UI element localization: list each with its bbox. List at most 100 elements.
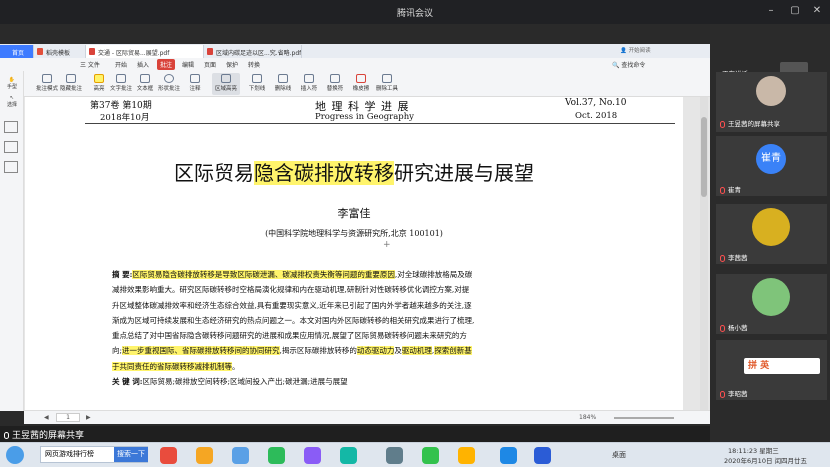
menu-file[interactable]: 三 文件 xyxy=(80,60,100,69)
tab-home[interactable]: 首页 xyxy=(0,45,34,58)
page-number-field[interactable]: 1 xyxy=(56,413,80,422)
tab-docer[interactable]: 稻壳模板 xyxy=(34,45,86,58)
date-cn: 2018年10月 xyxy=(100,113,150,123)
maximize-button[interactable]: ▢ xyxy=(786,4,804,18)
avatar xyxy=(756,76,786,106)
clock-date: 2020年6月10日 闰四月廿五 xyxy=(724,457,808,465)
select-tool[interactable]: ↖ 选择 xyxy=(2,95,22,108)
highlight-tool[interactable]: 高亮 xyxy=(88,73,110,95)
share-label: 王昱茜的屏幕共享 xyxy=(4,428,84,441)
share-label-bar: 王昱茜的屏幕共享 xyxy=(0,426,710,442)
journal-en: Progress in Geography xyxy=(315,112,414,122)
participant-card-3[interactable]: 李茜茜 xyxy=(716,204,827,264)
participant-card-4[interactable]: 杨小茜 xyxy=(716,274,827,334)
underline-icon xyxy=(252,74,262,83)
underline-tool[interactable]: 下划线 xyxy=(246,73,268,95)
text-icon xyxy=(116,74,126,83)
app-icon[interactable] xyxy=(232,447,249,464)
app-icon[interactable] xyxy=(304,447,321,464)
mic-icon xyxy=(4,432,9,439)
pdf-icon xyxy=(89,48,95,55)
participant-card-cuiqing[interactable]: 崔青 崔青 xyxy=(716,136,827,196)
shape-annotation-tool[interactable]: 形状批注 xyxy=(158,73,180,95)
participant-card-share[interactable]: 王昱茜的屏幕共享 xyxy=(716,72,827,132)
tab-pdf-1[interactable]: 交通 - 区际贸易...展望.pdf xyxy=(86,45,204,58)
hide-icon xyxy=(66,74,76,83)
caret-icon xyxy=(304,74,314,83)
text-annotation-tool[interactable]: 文字批注 xyxy=(110,73,132,95)
annotate-mode-tool[interactable]: 批注模式 xyxy=(36,73,58,95)
ribbon-menu: 三 文件 开始 插入 批注 编辑 页面 保护 转换 🔍 查找命令 xyxy=(0,58,710,71)
pdf-statusbar: ◀ 1 ▶ 184% xyxy=(24,410,710,424)
desktop-label[interactable]: 桌面 xyxy=(612,450,626,460)
folder-icon[interactable] xyxy=(458,447,475,464)
hand-tool[interactable]: ✋ 手型 xyxy=(2,77,22,90)
menu-protect[interactable]: 保护 xyxy=(226,60,238,69)
wechat-icon[interactable] xyxy=(422,447,439,464)
menu-page[interactable]: 页面 xyxy=(204,60,216,69)
start-icon[interactable] xyxy=(6,446,24,464)
pdf-page: 第37卷 第10期 2018年10月 地 理 科 学 进 展 Progress … xyxy=(25,97,683,410)
menu-convert[interactable]: 转换 xyxy=(248,60,260,69)
prev-page-icon[interactable]: ◀ xyxy=(44,414,49,421)
area-highlight-tool[interactable]: 区域高亮 xyxy=(212,73,240,95)
menu-start[interactable]: 开始 xyxy=(115,60,127,69)
docer-icon xyxy=(37,48,43,55)
avatar xyxy=(752,208,790,246)
app-icon[interactable] xyxy=(340,447,357,464)
participant-name: 杨小茜 xyxy=(720,322,748,332)
zoom-level[interactable]: 184% xyxy=(579,414,596,421)
note-tool[interactable]: 注释 xyxy=(184,73,206,95)
textbox-tool[interactable]: 文本框 xyxy=(134,73,156,95)
app-icon[interactable] xyxy=(160,447,177,464)
menu-edit[interactable]: 编辑 xyxy=(182,60,194,69)
eraser-tool[interactable]: 橡皮擦 xyxy=(350,73,372,95)
comment-list-icon[interactable] xyxy=(4,161,18,173)
strikethrough-tool[interactable]: 删除线 xyxy=(272,73,294,95)
app-icon[interactable] xyxy=(386,447,403,464)
app-icon[interactable] xyxy=(534,447,551,464)
annotate-mode-icon xyxy=(42,74,52,83)
ime-toolbar[interactable]: 拼 英 xyxy=(744,358,820,374)
document-tabbar: 首页 稻壳模板 交通 - 区际贸易...展望.pdf 区域内碳足迹以区...究.… xyxy=(0,44,710,58)
header-rule xyxy=(85,123,675,124)
next-page-icon[interactable]: ▶ xyxy=(86,414,91,421)
hide-annotation-tool[interactable]: 隐藏批注 xyxy=(60,73,82,95)
meeting-app-icon[interactable] xyxy=(500,447,517,464)
close-button[interactable]: ✕ xyxy=(808,4,826,18)
minimize-button[interactable]: – xyxy=(762,4,780,18)
textbox-icon xyxy=(140,74,150,83)
meeting-titlebar: 腾讯会议 – ▢ ✕ xyxy=(0,0,830,24)
thumbnail-icon[interactable] xyxy=(4,121,18,133)
ime-label: 拼 英 xyxy=(748,361,770,371)
replace-icon xyxy=(330,74,340,83)
volume-en: Vol.37, No.10 xyxy=(565,98,627,108)
windows-taskbar: 网页游戏排行榜 搜索一下 桌面 18:11:23 星期三 2020年6月10日 … xyxy=(0,442,830,467)
window-title: 腾讯会议 xyxy=(396,9,433,19)
search-button[interactable]: 搜索一下 xyxy=(114,447,148,462)
highlight-icon xyxy=(94,74,104,83)
mic-icon xyxy=(720,120,725,128)
menu-insert[interactable]: 插入 xyxy=(137,60,149,69)
app-icon[interactable] xyxy=(268,447,285,464)
zoom-slider[interactable] xyxy=(614,417,674,419)
vertical-scrollbar[interactable] xyxy=(700,97,708,410)
tab-pdf-2[interactable]: 区域内碳足迹以区...究.省略.pdf xyxy=(204,45,302,58)
search-command[interactable]: 🔍 查找命令 xyxy=(612,60,645,69)
app-icon[interactable] xyxy=(196,447,213,464)
caret-tool[interactable]: 插入符 xyxy=(298,73,320,95)
abstract: 摘 要:区际贸易隐含碳排放转移是导致区际碳泄漏、碳减排权责失衡等问题的重要原因,… xyxy=(112,270,475,387)
strikethrough-icon xyxy=(278,74,288,83)
delete-tool[interactable]: 删除工具 xyxy=(376,73,398,95)
date-en: Oct. 2018 xyxy=(575,111,618,121)
menu-annotate[interactable]: 批注 xyxy=(157,59,176,70)
scroll-thumb[interactable] xyxy=(701,117,707,197)
participant-name: 王昱茜的屏幕共享 xyxy=(720,118,780,128)
replace-tool[interactable]: 替换符 xyxy=(324,73,346,95)
clock-time: 18:11:23 星期三 xyxy=(728,447,779,455)
user-account[interactable]: 👤 开始阅读 xyxy=(620,46,680,56)
participant-name: 崔青 xyxy=(720,184,741,194)
bookmark-icon[interactable] xyxy=(4,141,18,153)
mic-icon xyxy=(720,390,725,398)
participant-name: 李茜茜 xyxy=(720,252,748,262)
